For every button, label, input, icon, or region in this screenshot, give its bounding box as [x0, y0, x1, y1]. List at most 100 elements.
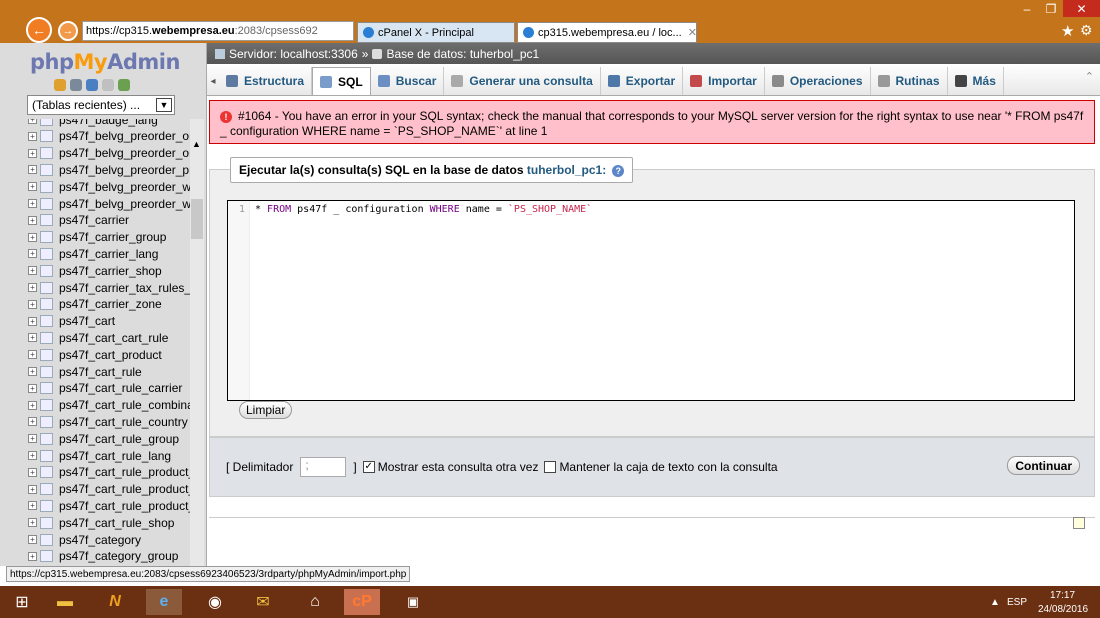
sql-editor[interactable]: 1 * FROM ps47f _ configuration WHERE nam… [227, 200, 1075, 401]
tab-sql[interactable]: SQL [312, 67, 371, 95]
forward-button[interactable]: → [58, 21, 78, 41]
clock-date[interactable]: 24/08/2016 [1038, 604, 1088, 615]
sidebar-table-item[interactable]: + ps47f_belvg_preorder_wa [28, 178, 190, 195]
tab-cpanel[interactable]: cPanel X - Principal [357, 22, 515, 43]
file-explorer-icon[interactable]: ▬ [47, 589, 83, 615]
show-again-checkbox[interactable]: ✓ [362, 461, 375, 473]
sidebar-scrollbar[interactable]: ▲ [190, 119, 204, 566]
expand-icon[interactable]: + [28, 467, 37, 477]
sidebar-table-item[interactable]: + ps47f_belvg_preorder_orc [28, 128, 190, 145]
expand-icon[interactable]: + [28, 299, 37, 309]
expand-icon[interactable]: + [28, 249, 37, 259]
clear-button[interactable]: Limpiar [239, 401, 293, 419]
home-icon[interactable] [54, 79, 66, 91]
expand-icon[interactable]: + [28, 199, 37, 208]
docs-icon[interactable] [102, 79, 114, 91]
clock-time[interactable]: 17:17 [1050, 590, 1075, 601]
close-tab-icon[interactable]: ✕ [688, 26, 696, 39]
sidebar-table-item[interactable]: + ps47f_carrier_shop [28, 262, 162, 279]
sidebar-table-item[interactable]: + ps47f_cart_rule_combinat [28, 397, 190, 414]
sidebar-table-item[interactable]: + ps47f_cart_rule_carrier [28, 380, 182, 397]
tab-importar[interactable]: Importar [683, 67, 765, 95]
sidebar-table-item[interactable]: + ps47f_cart [28, 313, 115, 330]
tab-exportar[interactable]: Exportar [601, 67, 684, 95]
recent-tables-select[interactable]: (Tablas recientes) ... ▼ [27, 95, 175, 115]
collapse-up-icon[interactable]: ⌃ [1085, 70, 1094, 83]
sidebar-table-item[interactable]: + ps47f_cart_rule_shop [28, 514, 174, 531]
internet-explorer-icon[interactable]: e [146, 589, 182, 615]
settings-icon[interactable] [118, 79, 130, 91]
app-n-icon[interactable]: N [97, 589, 133, 615]
sidebar-table-item[interactable]: + ps47f_carrier_group [28, 229, 166, 246]
mail-icon[interactable]: ✉ [245, 589, 281, 615]
sidebar-table-item[interactable]: + ps47f_cart_rule_product_ [28, 497, 190, 514]
home-app-icon[interactable]: ⌂ [297, 589, 333, 615]
help-icon[interactable] [86, 79, 98, 91]
sidebar-table-item[interactable]: + ps47f_carrier_zone [28, 296, 162, 313]
tab-operaciones[interactable]: Operaciones [765, 67, 871, 95]
sidebar-table-item[interactable]: + ps47f_cart_rule_group [28, 430, 179, 447]
expand-icon[interactable]: + [28, 350, 37, 360]
expand-icon[interactable]: + [28, 316, 37, 326]
expand-icon[interactable]: + [28, 182, 37, 192]
back-button[interactable]: ← [26, 17, 52, 43]
expand-icon[interactable]: + [28, 215, 37, 225]
tab-más[interactable]: Más [948, 67, 1004, 95]
expand-icon[interactable]: + [28, 417, 37, 427]
sidebar-table-item[interactable]: + ps47f_cart_product [28, 346, 162, 363]
store-icon[interactable]: ▣ [395, 589, 431, 615]
expand-icon[interactable]: + [28, 535, 37, 544]
chrome-icon[interactable]: ◉ [197, 589, 233, 615]
collapse-arrow-icon[interactable]: ◂ [207, 67, 219, 95]
delimiter-input[interactable]: ; [300, 457, 347, 477]
tab-generar-una-consulta[interactable]: Generar una consulta [444, 67, 601, 95]
expand-icon[interactable]: + [28, 400, 37, 410]
tab-phpmyadmin[interactable]: cp315.webempresa.eu / loc... ✕ [517, 22, 697, 43]
sidebar-table-item[interactable]: + ps47f_carrier_tax_rules_g [28, 279, 190, 296]
tab-buscar[interactable]: Buscar [371, 67, 445, 95]
sidebar-table-item[interactable]: + ps47f_category [28, 531, 141, 548]
exit-icon[interactable] [70, 79, 82, 91]
sidebar-table-item[interactable]: + ps47f_belvg_preorder_orc [28, 145, 190, 162]
sidebar-table-item[interactable]: + ps47f_carrier [28, 212, 129, 229]
close-window-button[interactable]: ✕ [1063, 0, 1100, 17]
expand-icon[interactable]: + [28, 283, 37, 292]
minimize-button[interactable]: – [1016, 0, 1038, 17]
expand-icon[interactable]: + [28, 434, 37, 444]
continue-button[interactable]: Continuar [1007, 456, 1080, 475]
expand-icon[interactable]: + [28, 165, 37, 175]
favorites-star-icon[interactable]: ★ [1061, 22, 1074, 40]
expand-icon[interactable]: + [28, 551, 37, 561]
breadcrumb-server[interactable]: Servidor: localhost:3306 [229, 47, 358, 61]
expand-icon[interactable]: + [28, 451, 37, 460]
expand-icon[interactable]: + [28, 131, 37, 141]
sidebar-table-item[interactable]: + ps47f_cart_cart_rule [28, 329, 168, 346]
database-link[interactable]: tuherbol_pc1: [527, 163, 606, 177]
sidebar-table-item[interactable]: + ps47f_category_group [28, 548, 178, 565]
tab-rutinas[interactable]: Rutinas [871, 67, 948, 95]
scroll-up-icon[interactable]: ▲ [192, 139, 201, 149]
keep-box-checkbox[interactable] [544, 461, 557, 473]
expand-icon[interactable]: + [28, 367, 37, 376]
breadcrumb-database[interactable]: Base de datos: tuherbol_pc1 [386, 47, 539, 61]
windows-start-icon[interactable]: ⊞ [4, 589, 40, 615]
expand-icon[interactable]: + [28, 232, 37, 242]
expand-icon[interactable]: + [28, 383, 37, 393]
sidebar-table-item[interactable]: + ps47f_carrier_lang [28, 245, 158, 262]
sidebar-table-item[interactable]: + ps47f_belvg_preorder_prc [28, 161, 190, 178]
sidebar-table-item[interactable]: + ps47f_cart_rule_country [28, 413, 188, 430]
restore-button[interactable]: ❐ [1040, 0, 1062, 17]
sidebar-table-item[interactable]: + ps47f_cart_rule_product_ [28, 481, 190, 498]
expand-icon[interactable]: + [28, 501, 37, 511]
expand-icon[interactable]: + [28, 148, 37, 158]
gear-icon[interactable]: ⚙ [1080, 22, 1093, 39]
expand-icon[interactable]: + [28, 518, 37, 528]
sidebar-table-item[interactable]: + ps47f_cart_rule [28, 363, 142, 380]
expand-icon[interactable]: + [28, 266, 37, 276]
sidebar-table-item[interactable]: + ps47f_belvg_preorder_wa [28, 195, 190, 212]
address-bar[interactable]: https://cp315. webempresa.eu:2083/cpsess6… [82, 21, 354, 41]
sidebar-table-item[interactable]: + ps47f_cart_rule_product_ [28, 464, 190, 481]
phpmyadmin-logo[interactable]: phpMyAdmin [30, 50, 180, 74]
scrollbar-thumb[interactable] [191, 199, 203, 239]
help-icon[interactable]: ? [612, 165, 625, 177]
